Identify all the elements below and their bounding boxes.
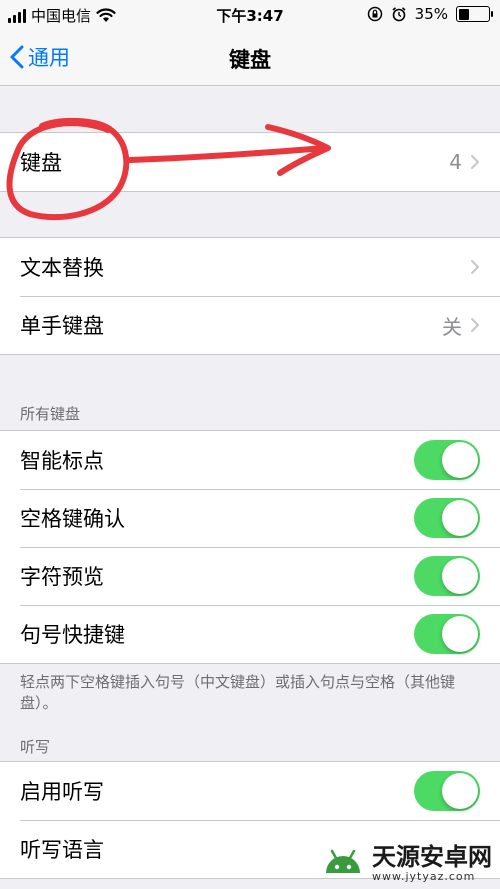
keyboards-row[interactable]: 键盘 4 [0, 133, 500, 191]
dictation-header: 听写 [20, 738, 51, 756]
all-keyboards-header: 所有键盘 [20, 405, 81, 423]
page-title: 键盘 [229, 48, 271, 72]
period-shortcut-footer: 轻点两下空格键插入句号（中文键盘）或插入句点与空格（其他键盘）。 [20, 673, 456, 712]
period-shortcut-toggle[interactable] [414, 614, 480, 654]
one-handed-keyboard-label: 单手键盘 [20, 314, 104, 338]
space-confirm-label: 空格键确认 [20, 507, 125, 531]
one-handed-keyboard-value: 关 [442, 314, 462, 339]
keyboards-label: 键盘 [20, 151, 62, 175]
toggle-row: 智能标点 [0, 431, 500, 489]
status-right: 35% [367, 5, 493, 23]
enable-dictation-label: 启用听写 [20, 780, 104, 804]
toggle-knob [442, 558, 478, 594]
toggle-knob [442, 500, 478, 536]
chevron-right-icon [471, 155, 479, 169]
battery-fill [458, 8, 469, 20]
one-handed-keyboard-row[interactable]: 单手键盘 关 [0, 296, 500, 354]
watermark-url: www.jytyaz.com [372, 869, 476, 883]
chevron-right-icon [471, 318, 479, 332]
enable-dictation-toggle[interactable] [414, 771, 480, 811]
toggle-row: 空格键确认 [0, 489, 500, 547]
watermark-title: 天源安卓网 [372, 842, 492, 871]
toggle-row: 启用听写 [0, 762, 500, 820]
text-replacement-label: 文本替换 [20, 256, 104, 280]
character-preview-label: 字符预览 [20, 565, 104, 589]
alarm-icon [392, 7, 406, 22]
smart-punctuation-label: 智能标点 [20, 449, 104, 473]
lock-rotation-icon [367, 6, 382, 22]
text-settings-group: 文本替换 单手键盘 关 [0, 237, 500, 355]
space-confirm-toggle[interactable] [414, 498, 480, 538]
toggle-row: 字符预览 [0, 547, 500, 605]
toggle-row: 句号快捷键 [0, 605, 500, 663]
watermark: 天源安卓网 www.jytyaz.com [320, 843, 492, 883]
toggle-knob [442, 616, 478, 652]
all-keyboards-group: 智能标点 空格键确认 字符预览 句号快捷键 [0, 430, 500, 664]
status-bar: 中国电信 下午3:47 35% [0, 0, 500, 30]
keyboards-group: 键盘 4 [0, 132, 500, 192]
keyboards-count: 4 [449, 150, 462, 174]
battery-icon [456, 6, 493, 22]
android-logo-icon [326, 849, 360, 873]
character-preview-toggle[interactable] [414, 556, 480, 596]
battery-percent: 35% [414, 5, 448, 23]
smart-punctuation-toggle[interactable] [414, 440, 480, 480]
text-replacement-row[interactable]: 文本替换 [0, 238, 500, 296]
toggle-knob [442, 442, 478, 478]
nav-bar: 通用 键盘 [0, 30, 500, 86]
watermark-text: 天源安卓网 www.jytyaz.com [372, 844, 492, 883]
toggle-knob [442, 773, 478, 809]
period-shortcut-label: 句号快捷键 [20, 623, 125, 647]
chevron-right-icon [471, 260, 479, 274]
